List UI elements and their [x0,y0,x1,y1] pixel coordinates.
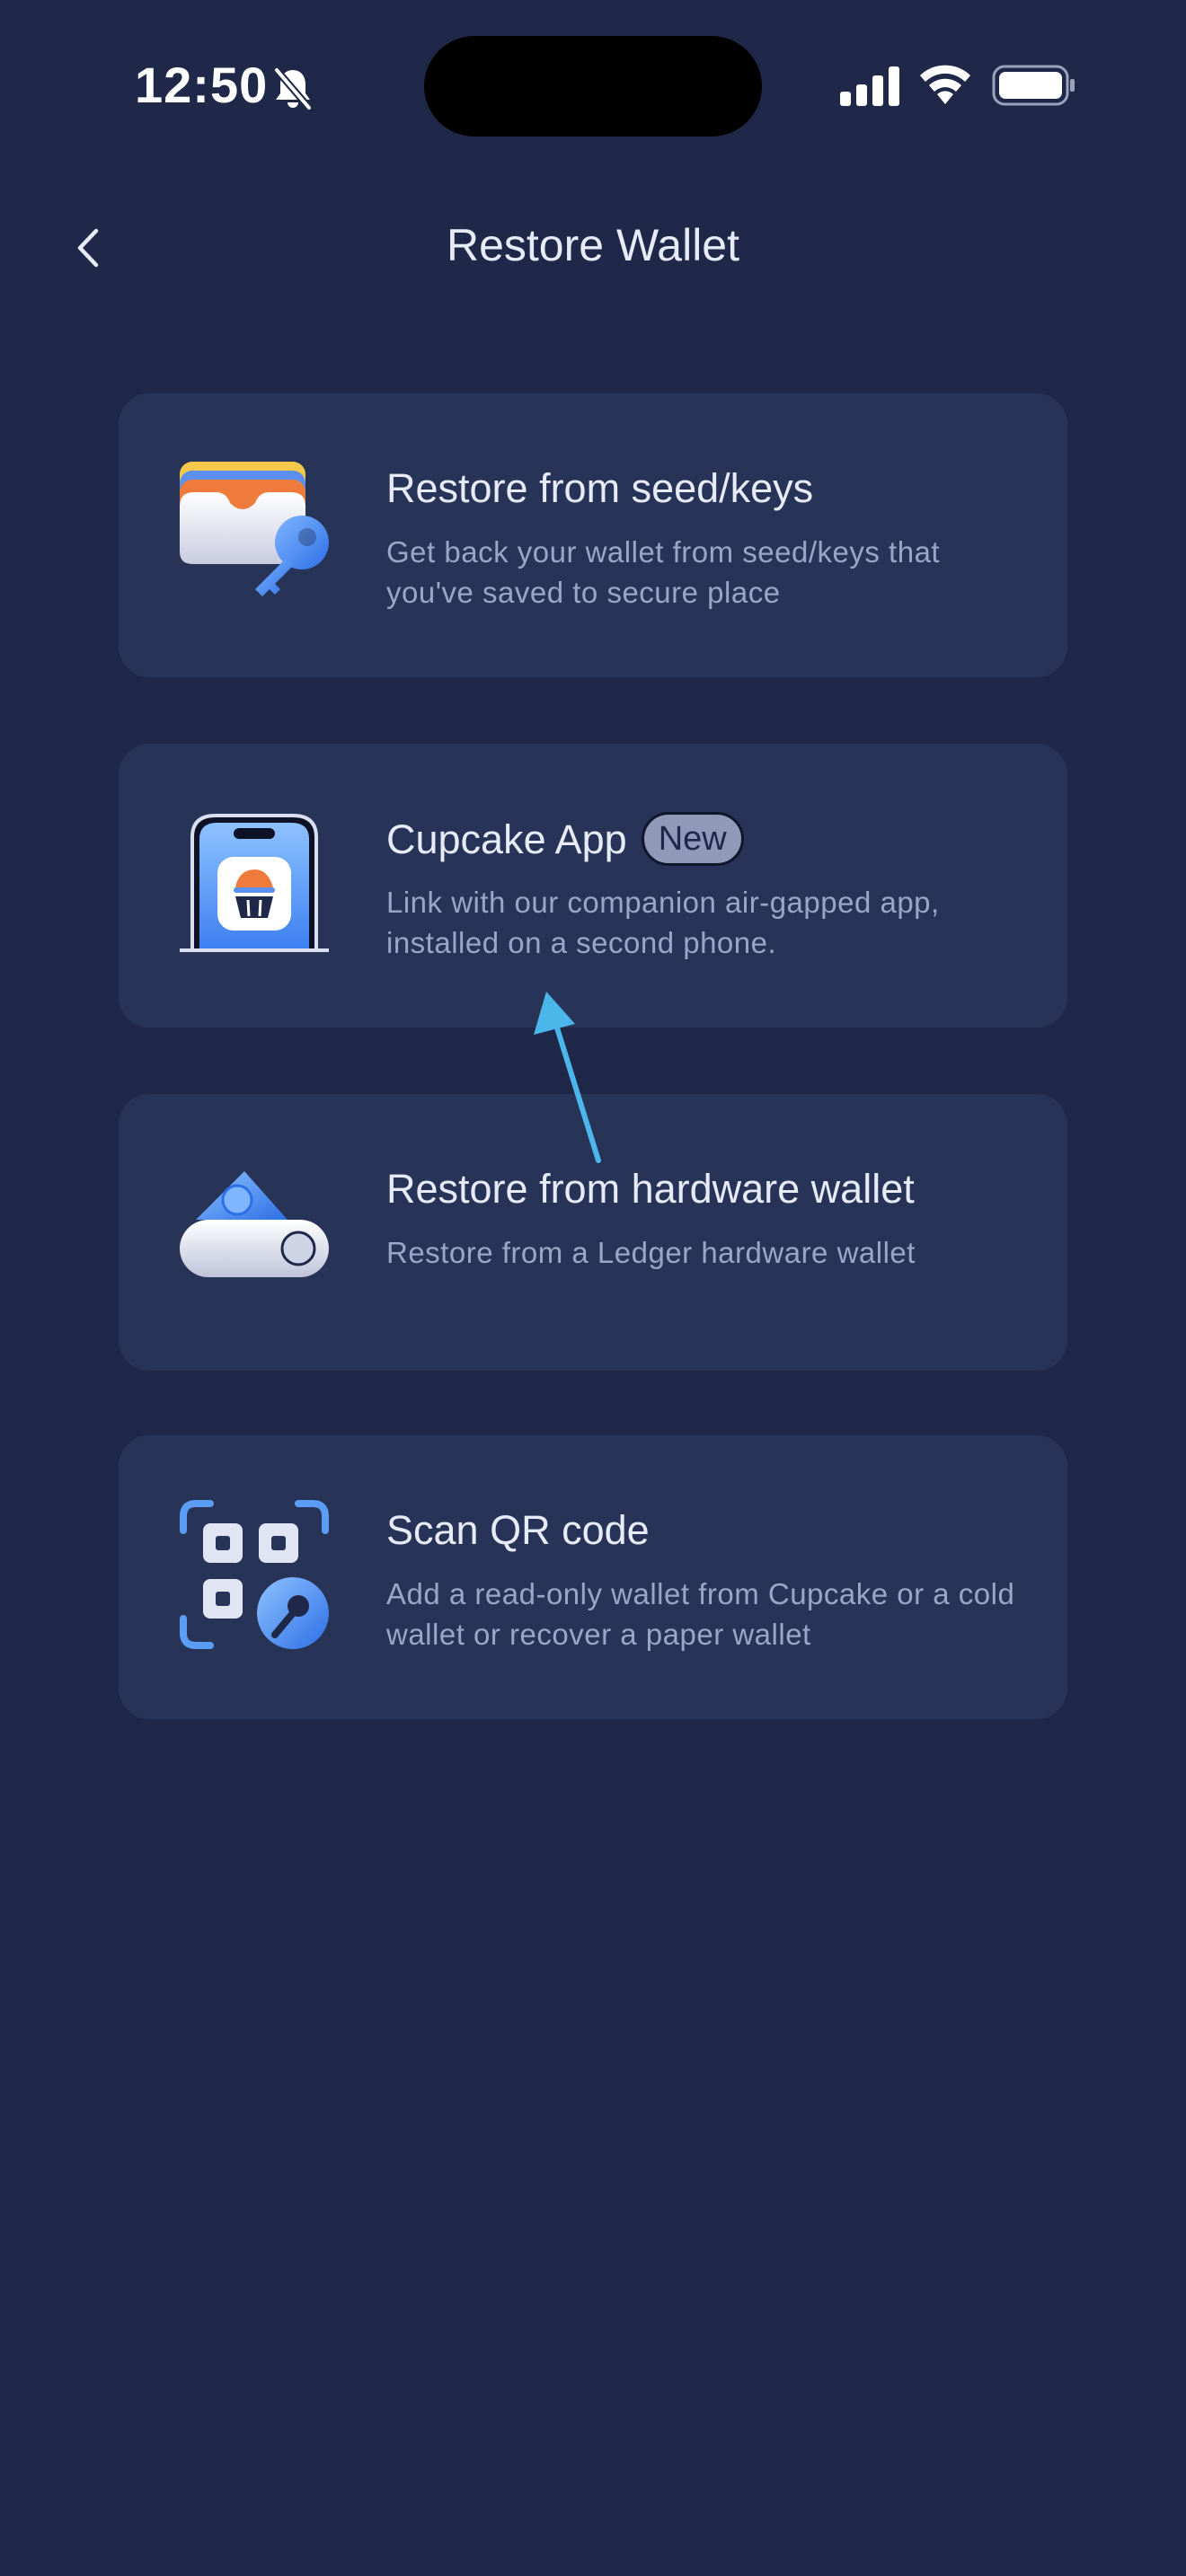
annotation-arrow-icon [534,992,601,1163]
option-title-text: Cupcake App [386,816,627,862]
bell-slash-icon [273,67,313,110]
battery-icon [992,65,1075,106]
wallet-key-icon [180,462,329,596]
option-description: Link with our companion air-gapped app, … [386,886,940,959]
restore-seed-keys-option[interactable]: Restore from seed/keys Get back your wal… [119,393,1067,677]
qr-key-icon [180,1500,329,1649]
option-description: Add a read-only wallet from Cupcake or a… [386,1577,1015,1651]
option-title: Cupcake App New [386,812,744,866]
option-title: Restore from seed/keys [386,465,814,511]
status-bar: 12:50 [0,0,1186,171]
option-title: Restore from hardware wallet [386,1166,915,1212]
dynamic-island [424,36,762,137]
cupcake-app-option[interactable]: Cupcake App New Link with our companion a… [119,744,1067,1028]
hardware-wallet-icon [180,1171,329,1277]
wifi-icon [920,65,970,104]
scan-qr-code-option[interactable]: Scan QR code Add a read-only wallet from… [119,1435,1067,1719]
phone-cupcake-icon [180,814,329,952]
option-description: Get back your wallet from seed/keys that… [386,535,941,609]
status-time: 12:50 [135,57,269,113]
new-badge: New [641,812,744,866]
option-title: Scan QR code [386,1507,650,1553]
signal-icon [840,66,899,106]
page-title: Restore Wallet [446,220,740,270]
option-description: Restore from a Ledger hardware wallet [386,1236,916,1269]
